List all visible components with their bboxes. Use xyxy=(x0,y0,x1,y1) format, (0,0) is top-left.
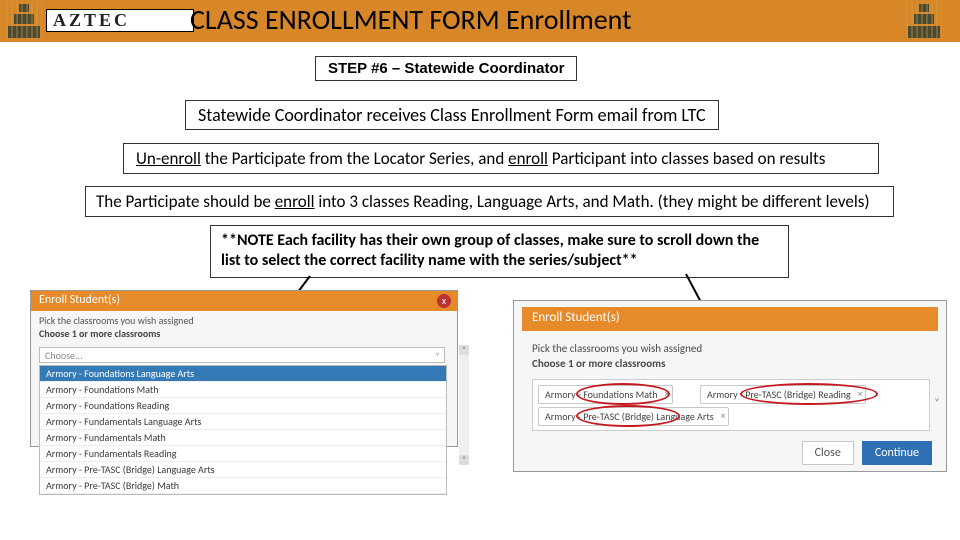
select-dropdown[interactable]: Armory - Foundations Language Arts Armor… xyxy=(39,365,447,495)
scroll-track[interactable] xyxy=(459,355,469,455)
text: Pre-TASC (Bridge) xyxy=(745,388,816,401)
note-text: **NOTE Each facility has their own group… xyxy=(210,225,789,278)
list-item[interactable]: Armory - Fundamentals Math xyxy=(40,430,446,446)
modal-buttons: Close Continue xyxy=(802,441,932,465)
list-item[interactable]: Armory - Fundamentals Language Arts xyxy=(40,414,446,430)
page-title: CLASS ENROLLMENT FORM Enrollment xyxy=(190,2,631,37)
list-item[interactable]: Armory - Pre-TASC (Bridge) Math xyxy=(40,478,446,494)
close-button[interactable]: Close xyxy=(802,441,854,465)
tag-remove-icon[interactable]: × xyxy=(665,387,670,400)
close-icon[interactable]: x xyxy=(437,294,451,308)
brand-name: AZTEC xyxy=(46,9,194,32)
text: enroll xyxy=(275,191,315,212)
logo-right xyxy=(906,2,942,38)
modal-title: Enroll Student(s) xyxy=(39,293,120,307)
tag-pretasc-reading[interactable]: Armory - Pre-TASC (Bridge) Reading × xyxy=(700,385,866,404)
tag-pretasc-langarts[interactable]: Armory - Pre-TASC (Bridge) Language Arts… xyxy=(538,407,729,426)
chevron-down-icon: ˅ xyxy=(934,396,940,409)
tag-remove-icon[interactable]: × xyxy=(721,409,726,422)
text: The Participate should be xyxy=(96,191,275,212)
text: Foundations Math xyxy=(583,388,657,401)
text: Choose 1 or more classrooms xyxy=(532,356,702,371)
text: Pick the classrooms you wish assigned xyxy=(39,314,194,327)
select-placeholder: Choose... xyxy=(45,349,83,362)
modal-title: Enroll Student(s) xyxy=(532,310,620,325)
scroll-down-icon[interactable]: ˅ xyxy=(459,455,469,465)
modal-instructions: Pick the classrooms you wish assigned Ch… xyxy=(39,314,194,340)
text: Armory - xyxy=(545,410,583,423)
text: Armory - xyxy=(545,388,583,401)
step-label: STEP #6 – Statewide Coordinator xyxy=(315,56,577,81)
logo-left: AZTEC xyxy=(6,2,194,38)
header-banner: AZTEC CLASS ENROLLMENT FORM Enrollment xyxy=(0,0,960,42)
list-item[interactable]: Armory - Foundations Reading xyxy=(40,398,446,414)
modal-instructions: Pick the classrooms you wish assigned Ch… xyxy=(532,341,702,372)
text: Participant into classes based on result… xyxy=(548,148,825,169)
text: enroll xyxy=(508,148,548,169)
text: Pick the classrooms you wish assigned xyxy=(532,341,702,356)
tag-remove-icon[interactable]: × xyxy=(858,387,863,400)
text: into 3 classes Reading, Language Arts, a… xyxy=(315,191,870,212)
instruction-line-1: Statewide Coordinator receives Class Enr… xyxy=(185,100,719,130)
text: the Participate from the Locator Series,… xyxy=(201,148,508,169)
text: Reading xyxy=(816,388,851,401)
slide: AZTEC CLASS ENROLLMENT FORM Enrollment S… xyxy=(0,0,960,540)
modal-title-bar: Enroll Student(s) x xyxy=(31,291,457,311)
screenshot-left: Enroll Student(s) x Pick the classrooms … xyxy=(30,290,458,447)
scrollbar[interactable]: ˄ ˅ xyxy=(459,345,469,465)
screenshot-right: Enroll Student(s) Pick the classrooms yo… xyxy=(513,300,947,472)
chevron-down-icon: ˅ xyxy=(435,351,440,362)
brand-pyramid-icon xyxy=(906,2,942,38)
list-item[interactable]: Armory - Pre-TASC (Bridge) Language Arts xyxy=(40,462,446,478)
choose-select[interactable]: Choose... ˅ xyxy=(39,347,445,363)
brand-pyramid-icon xyxy=(6,2,42,38)
text: Armory - xyxy=(707,388,745,401)
tag-foundations-math[interactable]: Armory - Foundations Math × xyxy=(538,385,673,404)
list-item[interactable]: Armory - Foundations Language Arts xyxy=(40,366,446,382)
scroll-up-icon[interactable]: ˄ xyxy=(459,345,469,355)
text: Choose 1 or more classrooms xyxy=(39,327,194,340)
text: Un-enroll xyxy=(136,148,201,169)
continue-button[interactable]: Continue xyxy=(862,441,932,465)
text: Pre-TASC (Bridge) xyxy=(583,410,654,423)
text: Language Arts xyxy=(654,410,714,423)
instruction-line-3: The Participate should be enroll into 3 … xyxy=(85,186,894,217)
modal-title-bar: Enroll Student(s) xyxy=(522,307,938,331)
list-item[interactable]: Armory - Foundations Math xyxy=(40,382,446,398)
instruction-line-2: Un-enroll the Participate from the Locat… xyxy=(123,143,879,174)
list-item[interactable]: Armory - Fundamentals Reading xyxy=(40,446,446,462)
